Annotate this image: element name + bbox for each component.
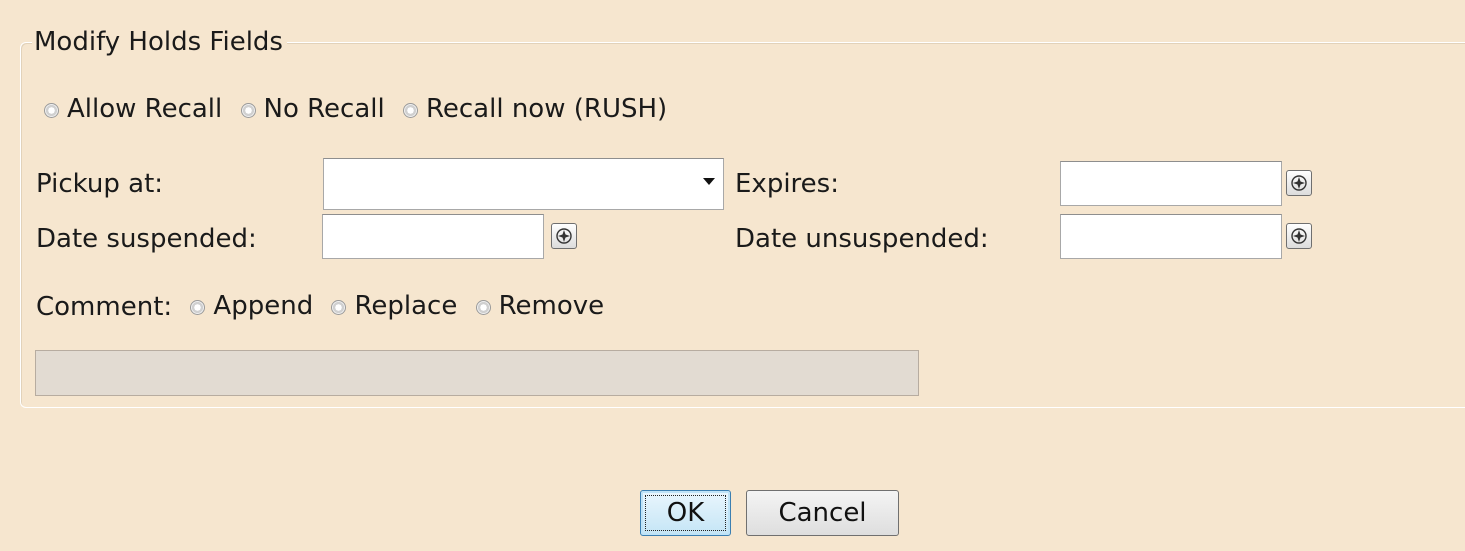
radio-button-icon[interactable] [331, 299, 347, 315]
comment-label: Comment: [36, 291, 173, 322]
radio-label: Append [213, 291, 314, 321]
expires-input[interactable] [1060, 161, 1282, 206]
calendar-icon [1291, 175, 1307, 191]
radio-comment-append[interactable]: Append [190, 289, 313, 323]
radio-comment-remove[interactable]: Remove [475, 289, 605, 323]
chevron-down-icon[interactable] [703, 178, 715, 185]
date-unsuspended-calendar-button[interactable] [1286, 223, 1312, 249]
radio-button-icon[interactable] [240, 102, 256, 118]
comment-options: Comment: Append Replace Remove [36, 289, 614, 324]
radio-button-icon[interactable] [475, 299, 491, 315]
radio-label: Replace [354, 291, 458, 321]
radio-recall-now[interactable]: Recall now (RUSH) [402, 92, 668, 126]
pickup-label: Pickup at: [36, 169, 164, 199]
date-unsuspended-input[interactable] [1060, 214, 1282, 259]
recall-options: Allow Recall No Recall Recall now (RUSH) [44, 92, 677, 127]
radio-allow-recall[interactable]: Allow Recall [44, 92, 222, 126]
cancel-button[interactable]: Cancel [746, 490, 899, 536]
date-suspended-input[interactable] [322, 214, 544, 259]
expires-calendar-button[interactable] [1286, 170, 1312, 196]
radio-label: No Recall [263, 94, 385, 124]
date-suspended-label: Date suspended: [36, 224, 257, 254]
focus-ring [645, 495, 726, 531]
radio-no-recall[interactable]: No Recall [240, 92, 385, 126]
fieldset-legend: Modify Holds Fields [32, 24, 287, 60]
radio-button-icon[interactable] [44, 102, 59, 118]
radio-label: Remove [498, 291, 605, 321]
comment-textbox[interactable] [35, 350, 919, 396]
radio-button-icon[interactable] [402, 102, 418, 118]
ok-button[interactable]: OK [640, 490, 731, 536]
date-suspended-calendar-button[interactable] [551, 223, 577, 249]
radio-label: Recall now (RUSH) [425, 94, 668, 124]
calendar-icon [556, 228, 572, 244]
pickup-select[interactable] [323, 158, 724, 210]
calendar-icon [1291, 228, 1307, 244]
date-unsuspended-label: Date unsuspended: [735, 224, 989, 254]
expires-label: Expires: [735, 169, 839, 199]
radio-comment-replace[interactable]: Replace [331, 289, 457, 323]
radio-label: Allow Recall [67, 94, 223, 124]
radio-button-icon[interactable] [190, 299, 206, 315]
